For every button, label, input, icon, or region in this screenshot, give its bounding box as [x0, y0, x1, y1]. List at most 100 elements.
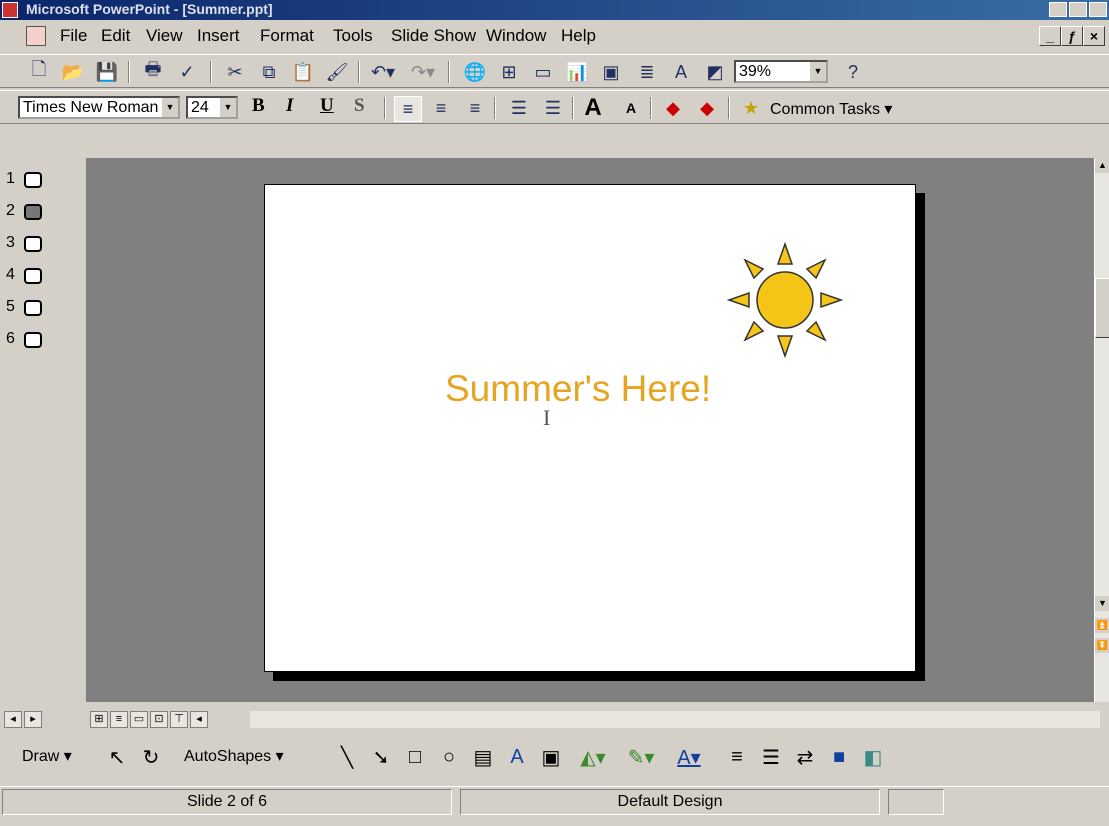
menu-view[interactable]: View	[146, 26, 183, 46]
select-arrow-icon[interactable]: ↖	[104, 744, 130, 770]
fill-color-icon[interactable]: ◭▾	[580, 744, 606, 770]
chevron-down-icon[interactable]: ▼	[809, 62, 826, 81]
redo-icon[interactable]: ↷▾	[410, 60, 436, 84]
oval-icon[interactable]: ○	[436, 744, 462, 770]
numbering-icon[interactable]: ☰	[506, 96, 532, 120]
text-box-icon[interactable]: ▤	[470, 744, 496, 770]
increase-font-icon[interactable]: A	[580, 94, 606, 121]
vertical-scrollbar[interactable]: ▲ ▼ ⏫ ⏬	[1094, 158, 1109, 702]
slide-icon[interactable]	[24, 172, 42, 188]
slide-sorter-view-icon[interactable]: ⊡	[150, 711, 168, 728]
powerpoint-app-icon[interactable]	[2, 2, 18, 18]
menu-edit[interactable]: Edit	[101, 26, 130, 46]
3d-icon[interactable]: ◧	[860, 744, 886, 770]
paste-icon[interactable]: 📋	[290, 60, 316, 84]
font-color-icon[interactable]: A▾	[676, 744, 702, 770]
sun-clipart[interactable]	[725, 240, 845, 360]
line-icon[interactable]: ╲	[334, 744, 360, 770]
minimize-button[interactable]	[1049, 2, 1067, 17]
next-slide-icon[interactable]: ⏬	[1095, 638, 1109, 653]
slide-icon[interactable]	[24, 300, 42, 316]
scroll-thumb[interactable]	[1095, 278, 1109, 338]
italic-button[interactable]: I	[286, 95, 293, 117]
align-center-icon[interactable]: ≡	[428, 96, 454, 120]
expand-all-icon[interactable]: ≣	[634, 60, 660, 84]
bold-button[interactable]: B	[252, 95, 265, 117]
slide-icon[interactable]	[24, 236, 42, 252]
bullets-icon[interactable]: ☰	[540, 96, 566, 120]
wordart-icon[interactable]: A	[504, 744, 530, 770]
outline-scroll-right-icon[interactable]: ▸	[24, 711, 42, 728]
cut-icon[interactable]: ✂	[222, 60, 248, 84]
save-icon[interactable]: 💾	[94, 60, 120, 84]
dash-style-icon[interactable]: ☰	[758, 744, 784, 770]
free-rotate-icon[interactable]: ↻	[138, 744, 164, 770]
menu-help[interactable]: Help	[561, 26, 596, 46]
promote-icon[interactable]: ◆	[660, 96, 686, 120]
doc-restore-button[interactable]: ƒ	[1061, 26, 1083, 46]
doc-close-button[interactable]: ×	[1083, 26, 1105, 46]
doc-minimize-button[interactable]: _	[1039, 26, 1061, 46]
shadow-button[interactable]: S	[354, 95, 365, 117]
menu-slide-show[interactable]: Slide Show	[391, 26, 476, 46]
line-color-icon[interactable]: ✎▾	[628, 744, 655, 770]
shadow-icon[interactable]: ■	[826, 744, 852, 770]
menu-tools[interactable]: Tools	[333, 26, 373, 46]
print-icon[interactable]: 🖶	[140, 59, 166, 84]
decrease-font-icon[interactable]: A	[618, 96, 644, 120]
open-icon[interactable]: 📂	[60, 60, 86, 84]
previous-slide-icon[interactable]: ⏫	[1095, 618, 1109, 633]
slide-icon[interactable]	[24, 268, 42, 284]
grayscale-preview-icon[interactable]: ◩	[702, 60, 728, 84]
help-icon[interactable]: ?	[840, 60, 866, 84]
insert-chart-icon[interactable]: 📊	[564, 60, 590, 84]
slide-title-text[interactable]: Summer's Here!	[445, 368, 711, 410]
font-select[interactable]: Times New Roman ▼	[18, 96, 180, 119]
clip-art-icon[interactable]: ▣	[538, 744, 564, 770]
document-icon[interactable]	[26, 26, 46, 46]
copy-icon[interactable]: ⧉	[256, 60, 282, 84]
arrow-icon[interactable]: ➘	[368, 744, 394, 770]
close-button[interactable]	[1089, 2, 1107, 17]
menu-insert[interactable]: Insert	[197, 26, 240, 46]
chevron-down-icon[interactable]: ▼	[161, 98, 178, 117]
slide-icon-active[interactable]	[24, 204, 42, 220]
tables-borders-icon[interactable]: ⊞	[496, 60, 522, 84]
maximize-button[interactable]	[1069, 2, 1087, 17]
menu-format[interactable]: Format	[260, 26, 314, 46]
insert-table-icon[interactable]: ▭	[530, 60, 556, 84]
slide-icon[interactable]	[24, 332, 42, 348]
draw-menu-button[interactable]: Draw ▾	[22, 746, 72, 766]
insert-hyperlink-icon[interactable]: 🌐	[462, 60, 488, 84]
new-slide-icon[interactable]: ▣	[598, 60, 624, 84]
underline-button[interactable]: U	[320, 95, 334, 117]
rectangle-icon[interactable]: □	[402, 744, 428, 770]
menu-window[interactable]: Window	[486, 26, 546, 46]
common-tasks-button[interactable]: Common Tasks ▾	[770, 99, 892, 119]
spelling-icon[interactable]: ✓	[174, 60, 200, 84]
font-size-select[interactable]: 24 ▼	[186, 96, 238, 119]
scroll-up-icon[interactable]: ▲	[1095, 158, 1109, 173]
common-tasks-icon[interactable]: ★	[738, 96, 764, 120]
chevron-down-icon[interactable]: ▼	[219, 98, 236, 117]
demote-icon[interactable]: ◆	[694, 96, 720, 120]
autoshapes-button[interactable]: AutoShapes ▾	[184, 746, 284, 766]
slide-show-view-icon[interactable]: ⊤	[170, 711, 188, 728]
scroll-down-icon[interactable]: ▼	[1095, 596, 1109, 611]
menu-file[interactable]: File	[60, 26, 87, 46]
zoom-select[interactable]: 39% ▼	[734, 60, 828, 83]
normal-view-icon[interactable]: ⊞	[90, 711, 108, 728]
line-style-icon[interactable]: ≡	[724, 744, 750, 770]
hscroll-left-icon[interactable]: ◂	[190, 711, 208, 728]
horizontal-scrollbar[interactable]	[250, 711, 1100, 728]
align-left-icon[interactable]: ≡	[394, 96, 422, 122]
format-painter-icon[interactable]: 🖌	[324, 60, 350, 84]
outline-scroll-left-icon[interactable]: ◂	[4, 711, 22, 728]
undo-icon[interactable]: ↶▾	[370, 60, 396, 84]
show-formatting-icon[interactable]: A	[668, 60, 694, 84]
new-icon[interactable]: 🗋	[26, 59, 52, 84]
slide-canvas[interactable]: Summer's Here! I	[264, 184, 916, 672]
outline-pane[interactable]: 1 2 3 4 5 6	[0, 160, 80, 710]
align-right-icon[interactable]: ≡	[462, 96, 488, 120]
arrow-style-icon[interactable]: ⇄	[792, 744, 818, 770]
